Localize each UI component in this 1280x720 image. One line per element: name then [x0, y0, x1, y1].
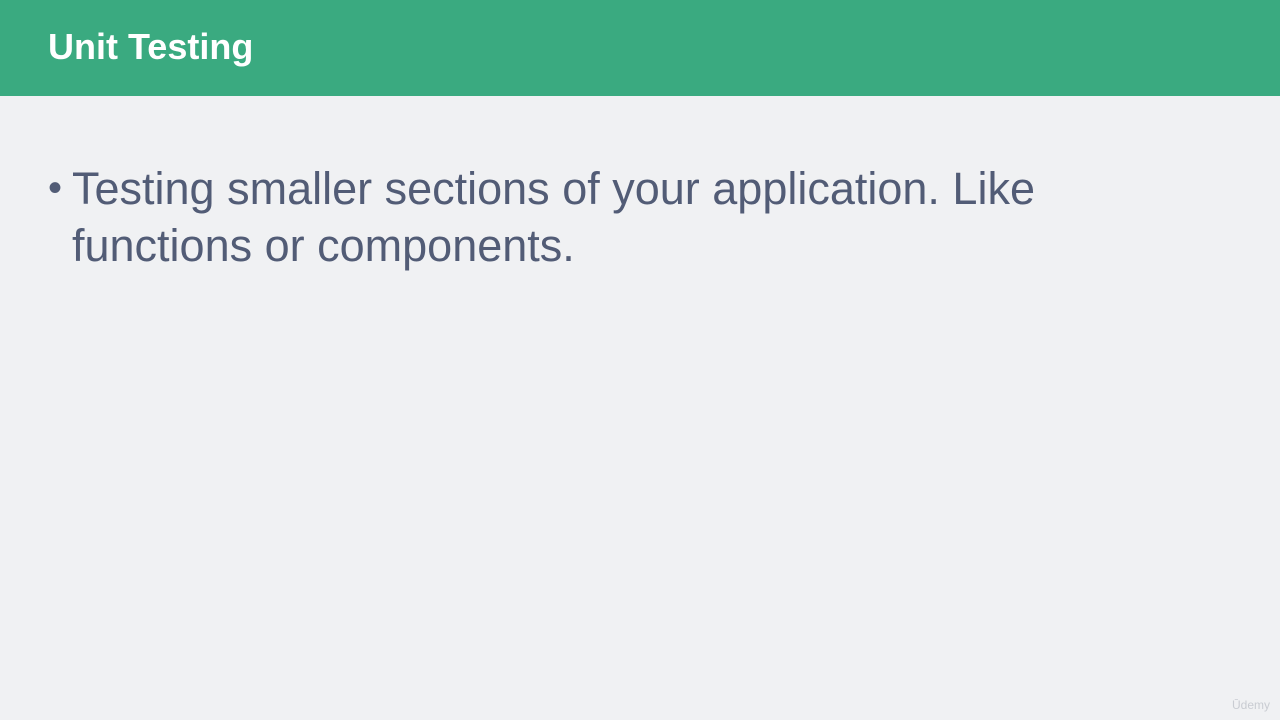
bullet-marker: •: [48, 166, 63, 210]
slide-title: Unit Testing: [48, 26, 254, 67]
slide-content: • Testing smaller sections of your appli…: [48, 160, 1228, 274]
udemy-watermark: Ūdemy: [1231, 698, 1270, 712]
bullet-text: Testing smaller sections of your applica…: [72, 163, 1035, 271]
bullet-item: • Testing smaller sections of your appli…: [48, 160, 1228, 274]
slide: Unit Testing • Testing smaller sections …: [0, 0, 1280, 720]
slide-header-bar: Unit Testing: [0, 0, 1280, 96]
